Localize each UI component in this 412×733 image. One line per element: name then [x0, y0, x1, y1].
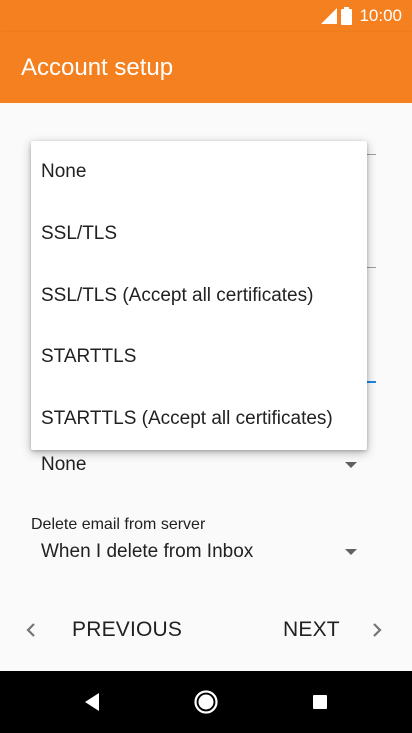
chevron-right-icon	[373, 623, 382, 637]
dropdown-option-ssl-tls[interactable]: SSL/TLS	[31, 203, 367, 265]
system-navigation-bar	[0, 671, 412, 733]
next-label: NEXT	[283, 618, 340, 641]
home-icon	[194, 690, 218, 714]
chevron-left-icon	[26, 623, 35, 637]
recents-icon	[313, 695, 327, 709]
dropdown-arrow-icon	[345, 549, 357, 555]
battery-icon	[341, 7, 353, 25]
app-bar: Account setup	[0, 32, 412, 103]
dropdown-option-none[interactable]: None	[31, 141, 367, 203]
page-title: Account setup	[21, 54, 174, 81]
status-bar: 10:00	[0, 0, 412, 32]
recents-button[interactable]	[290, 671, 350, 733]
security-type-dropdown-menu: None SSL/TLS SSL/TLS (Accept all certifi…	[31, 141, 367, 450]
next-button[interactable]: NEXT	[283, 602, 384, 658]
security-type-select[interactable]: None	[31, 446, 369, 486]
previous-label: PREVIOUS	[72, 618, 183, 641]
previous-button[interactable]: PREVIOUS	[24, 602, 182, 658]
home-button[interactable]	[176, 671, 236, 733]
dropdown-option-starttls-accept-all[interactable]: STARTTLS (Accept all certificates)	[31, 388, 367, 450]
status-time: 10:00	[359, 6, 402, 25]
dropdown-arrow-icon	[345, 462, 357, 468]
delete-email-value: When I delete from Inbox	[41, 541, 254, 562]
dropdown-option-ssl-tls-accept-all[interactable]: SSL/TLS (Accept all certificates)	[31, 265, 367, 327]
dropdown-option-starttls[interactable]: STARTTLS	[31, 326, 367, 388]
delete-email-label: Delete email from server	[31, 516, 206, 533]
security-type-value: None	[41, 454, 87, 475]
delete-email-select[interactable]: When I delete from Inbox	[31, 533, 369, 573]
status-indicators: 10:00	[321, 6, 402, 26]
back-icon	[85, 693, 99, 711]
footer-navigation: PREVIOUS NEXT	[0, 590, 412, 670]
signal-icon	[321, 8, 338, 24]
back-button[interactable]	[62, 671, 122, 733]
